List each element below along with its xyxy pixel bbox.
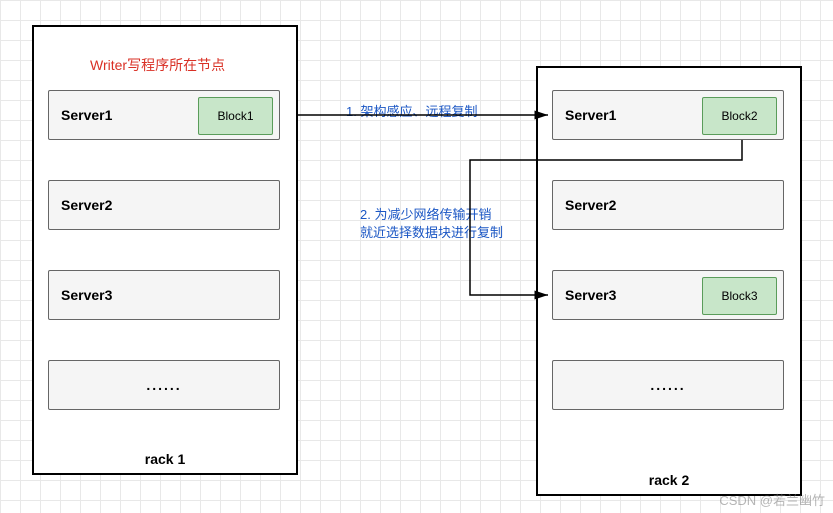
watermark: CSDN @若兰幽竹 xyxy=(719,490,825,509)
annotation-2-line1: 2. 为减少网络传输开销 xyxy=(360,206,503,224)
left-server-1-label: Server1 xyxy=(61,107,112,123)
right-server-2-label: Server2 xyxy=(565,197,616,213)
left-server-4: ...... xyxy=(48,360,280,410)
block-1-label: Block1 xyxy=(217,109,253,123)
writer-label: Writer写程序所在节点 xyxy=(90,55,225,75)
left-server-4-label: ...... xyxy=(146,377,181,393)
right-server-1: Server1 Block2 xyxy=(552,90,784,140)
left-server-3: Server3 xyxy=(48,270,280,320)
rack-1-label: rack 1 xyxy=(145,451,185,467)
left-server-1: Server1 Block1 xyxy=(48,90,280,140)
left-server-3-label: Server3 xyxy=(61,287,112,303)
block-3: Block3 xyxy=(702,277,777,315)
right-server-4-label: ...... xyxy=(650,377,685,393)
right-server-4: ...... xyxy=(552,360,784,410)
left-server-2-label: Server2 xyxy=(61,197,112,213)
block-2-label: Block2 xyxy=(721,109,757,123)
right-server-1-label: Server1 xyxy=(565,107,616,123)
annotation-1: 1. 架构感应、远程复制 xyxy=(346,103,477,121)
annotation-2: 2. 为减少网络传输开销 就近选择数据块进行复制 xyxy=(360,206,503,242)
block-3-label: Block3 xyxy=(721,289,757,303)
block-1: Block1 xyxy=(198,97,273,135)
rack-2-label: rack 2 xyxy=(649,472,689,488)
right-server-3: Server3 Block3 xyxy=(552,270,784,320)
left-server-2: Server2 xyxy=(48,180,280,230)
annotation-2-line2: 就近选择数据块进行复制 xyxy=(360,224,503,242)
block-2: Block2 xyxy=(702,97,777,135)
right-server-3-label: Server3 xyxy=(565,287,616,303)
right-server-2: Server2 xyxy=(552,180,784,230)
